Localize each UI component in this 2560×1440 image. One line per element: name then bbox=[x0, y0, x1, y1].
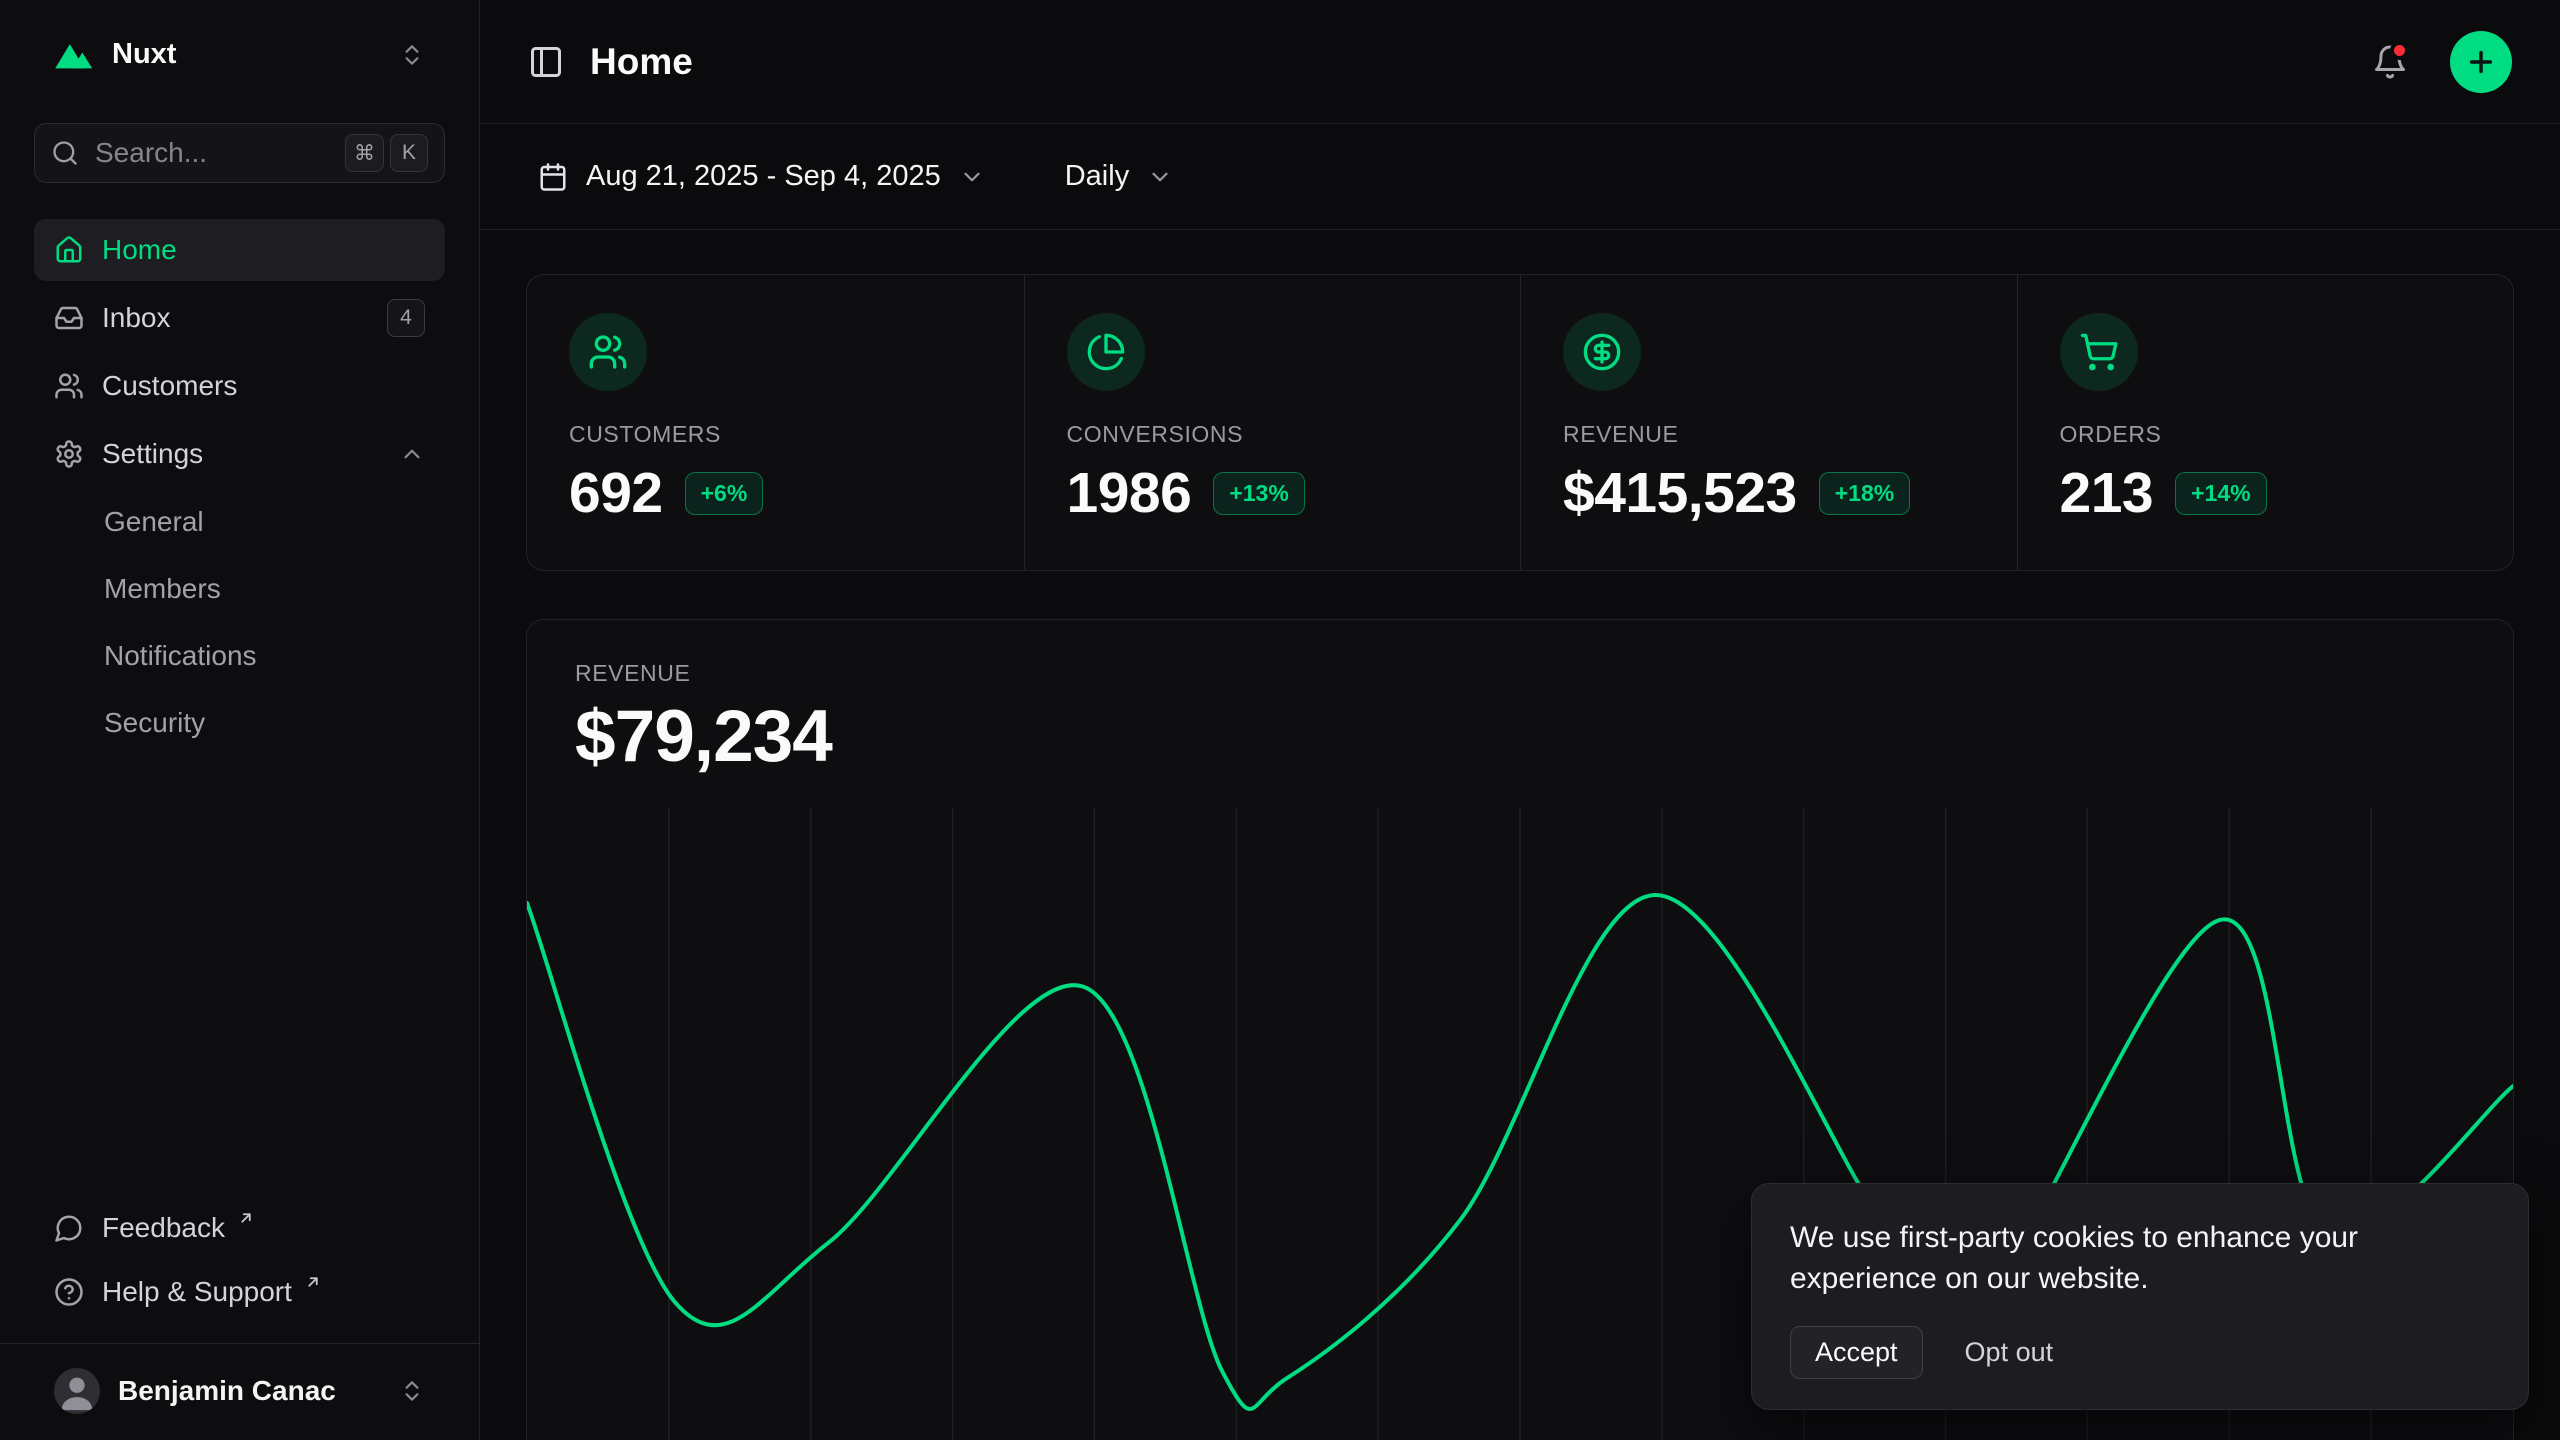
shopping-cart-icon bbox=[2060, 313, 2138, 391]
stat-label: REVENUE bbox=[1563, 421, 1975, 448]
page-title: Home bbox=[590, 41, 693, 83]
stats-card: CUSTOMERS 692 +6% CONVERSIONS 1986 +13% bbox=[526, 274, 2514, 571]
stat-delta-badge: +13% bbox=[1213, 472, 1304, 515]
accept-button[interactable]: Accept bbox=[1790, 1326, 1923, 1379]
chat-bubble-icon bbox=[54, 1213, 84, 1243]
stat-value: $415,523 bbox=[1563, 460, 1797, 526]
chevrons-up-down-icon bbox=[399, 1378, 425, 1404]
inbox-icon bbox=[54, 303, 84, 333]
stat-card-orders[interactable]: ORDERS 213 +14% bbox=[2017, 275, 2514, 570]
workspace-switcher[interactable]: Nuxt bbox=[34, 28, 445, 81]
chevron-down-icon bbox=[959, 164, 985, 190]
workspace-name: Nuxt bbox=[112, 38, 176, 71]
help-circle-icon bbox=[54, 1277, 84, 1307]
cookie-actions: Accept Opt out bbox=[1790, 1326, 2490, 1379]
stat-label: ORDERS bbox=[2060, 421, 2472, 448]
search-field[interactable] bbox=[95, 137, 329, 169]
sidebar-toggle-button[interactable] bbox=[528, 44, 564, 80]
avatar bbox=[54, 1368, 100, 1414]
sidebar-footer: Feedback Help & Support bbox=[34, 1199, 445, 1343]
date-range-label: Aug 21, 2025 - Sep 4, 2025 bbox=[586, 160, 941, 193]
sidebar-item-customers[interactable]: Customers bbox=[34, 355, 445, 417]
chevrons-up-down-icon bbox=[399, 42, 425, 68]
search-shortcut: ⌘ K bbox=[345, 134, 428, 172]
gear-icon bbox=[54, 439, 84, 469]
granularity-select[interactable]: Daily bbox=[1053, 150, 1185, 203]
pie-chart-icon bbox=[1067, 313, 1145, 391]
sidebar-item-inbox[interactable]: Inbox 4 bbox=[34, 287, 445, 349]
stat-delta-badge: +14% bbox=[2175, 472, 2266, 515]
sidebar-subitem-general[interactable]: General bbox=[34, 491, 445, 552]
stat-card-revenue[interactable]: REVENUE $415,523 +18% bbox=[1520, 275, 2017, 570]
search-icon bbox=[51, 139, 79, 167]
stat-card-customers[interactable]: CUSTOMERS 692 +6% bbox=[527, 275, 1024, 570]
stat-card-conversions[interactable]: CONVERSIONS 1986 +13% bbox=[1024, 275, 1521, 570]
chevron-up-icon bbox=[399, 441, 425, 467]
granularity-label: Daily bbox=[1065, 160, 1129, 193]
sidebar-item-label: Customers bbox=[102, 370, 237, 402]
kbd-k: K bbox=[390, 134, 428, 172]
stat-label: CUSTOMERS bbox=[569, 421, 982, 448]
nuxt-logo-icon bbox=[54, 41, 94, 69]
external-link-icon bbox=[237, 1209, 255, 1227]
opt-out-button[interactable]: Opt out bbox=[1965, 1337, 2054, 1368]
sidebar-subitem-notifications[interactable]: Notifications bbox=[34, 625, 445, 686]
users-icon bbox=[54, 371, 84, 401]
sidebar-subitem-security[interactable]: Security bbox=[34, 692, 445, 753]
sidebar-item-label: Inbox bbox=[102, 302, 171, 334]
revenue-label: REVENUE bbox=[575, 660, 2465, 687]
inbox-count-badge: 4 bbox=[387, 299, 425, 337]
home-icon bbox=[54, 235, 84, 265]
cookie-message: We use first-party cookies to enhance yo… bbox=[1790, 1218, 2490, 1300]
cookie-banner: We use first-party cookies to enhance yo… bbox=[1751, 1183, 2529, 1410]
stat-value: 213 bbox=[2060, 460, 2154, 526]
sidebar-item-settings[interactable]: Settings bbox=[34, 423, 445, 485]
help-support-link[interactable]: Help & Support bbox=[34, 1263, 445, 1321]
chevron-down-icon bbox=[1147, 164, 1173, 190]
stat-value: 692 bbox=[569, 460, 663, 526]
users-icon bbox=[569, 313, 647, 391]
sidebar-nav: Home Inbox 4 Customers Settings General … bbox=[34, 219, 445, 753]
calendar-icon bbox=[538, 162, 568, 192]
external-link-icon bbox=[304, 1273, 322, 1291]
user-name: Benjamin Canac bbox=[118, 1375, 336, 1407]
user-menu[interactable]: Benjamin Canac bbox=[34, 1360, 445, 1422]
circle-dollar-icon bbox=[1563, 313, 1641, 391]
sidebar-subitem-members[interactable]: Members bbox=[34, 558, 445, 619]
sidebar-item-label: Settings bbox=[102, 438, 203, 470]
sidebar-item-home[interactable]: Home bbox=[34, 219, 445, 281]
feedback-link[interactable]: Feedback bbox=[34, 1199, 445, 1257]
sidebar-spacer bbox=[34, 753, 445, 1199]
footer-link-label: Feedback bbox=[102, 1212, 225, 1244]
notifications-button[interactable] bbox=[2372, 44, 2408, 80]
sidebar-item-label: Home bbox=[102, 234, 177, 266]
filter-toolbar: Aug 21, 2025 - Sep 4, 2025 Daily bbox=[480, 124, 2560, 230]
stat-value: 1986 bbox=[1067, 460, 1192, 526]
footer-link-label: Help & Support bbox=[102, 1276, 292, 1308]
stat-delta-badge: +18% bbox=[1819, 472, 1910, 515]
date-range-picker[interactable]: Aug 21, 2025 - Sep 4, 2025 bbox=[526, 150, 997, 203]
sidebar: Nuxt ⌘ K Home Inbox 4 bbox=[0, 0, 480, 1440]
revenue-card-header: REVENUE $79,234 bbox=[527, 620, 2513, 778]
stat-delta-badge: +6% bbox=[685, 472, 764, 515]
notification-dot bbox=[2390, 41, 2409, 60]
search-input[interactable]: ⌘ K bbox=[34, 123, 445, 183]
header-actions bbox=[2372, 31, 2512, 93]
stat-label: CONVERSIONS bbox=[1067, 421, 1479, 448]
kbd-meta: ⌘ bbox=[345, 134, 384, 172]
page-header: Home bbox=[480, 0, 2560, 124]
revenue-value: $79,234 bbox=[575, 695, 2465, 778]
user-section: Benjamin Canac bbox=[0, 1343, 479, 1440]
new-item-button[interactable] bbox=[2450, 31, 2512, 93]
